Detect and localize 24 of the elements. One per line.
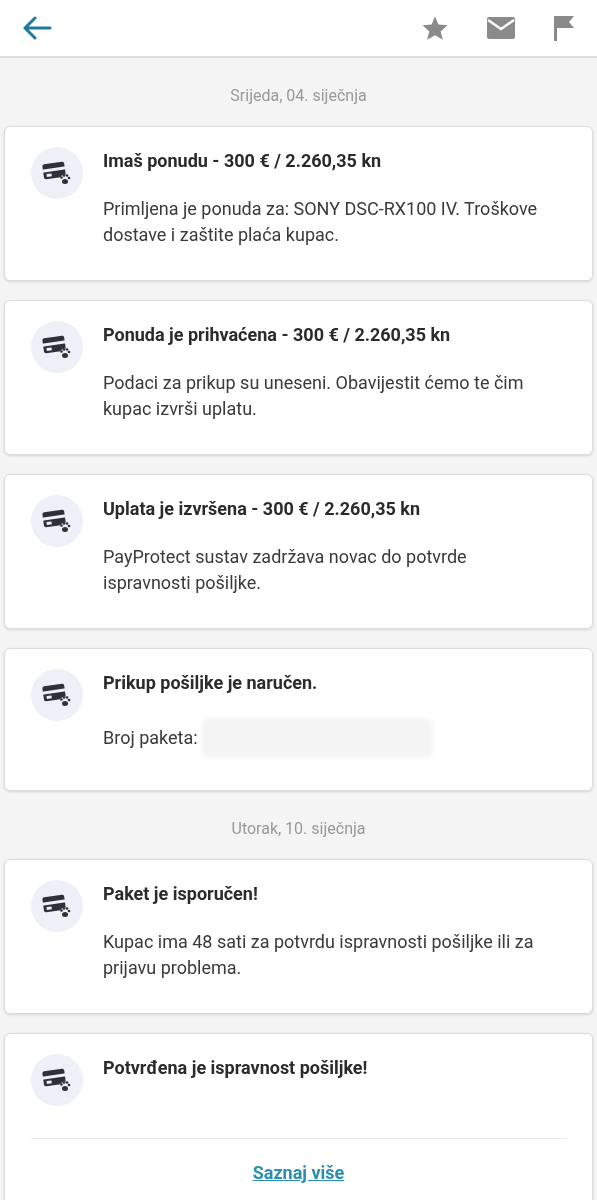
payment-icon bbox=[31, 321, 83, 373]
mail-icon[interactable] bbox=[487, 17, 515, 39]
date-label: Srijeda, 04. siječnja bbox=[230, 85, 367, 107]
notification-text: PayProtect sustav zadržava novac do potvrde ispravnosti pošiljke. bbox=[103, 545, 468, 595]
learn-more-link[interactable]: Saznaj više bbox=[252, 1159, 345, 1186]
notification-title: Prikup pošiljke je naručen. bbox=[103, 671, 319, 695]
back-arrow-icon[interactable] bbox=[22, 16, 52, 40]
payment-icon bbox=[31, 669, 83, 721]
notification-title: Uplata je izvršena - 300 € / 2.260,35 kn bbox=[103, 497, 422, 521]
date-label: Utorak, 10. siječnja bbox=[231, 818, 366, 840]
flag-icon[interactable] bbox=[553, 15, 575, 41]
notification-text: Podaci za prikup su uneseni. Obavijestit ćemo te čim kupac izvrši uplatu. bbox=[103, 371, 525, 421]
payment-icon bbox=[31, 1054, 83, 1106]
notification-title: Paket je isporučen! bbox=[103, 882, 259, 906]
notification-title: Ponuda je prihvaćena - 300 € / 2.260,35 kn bbox=[103, 323, 452, 347]
star-icon[interactable] bbox=[421, 15, 449, 41]
payment-icon bbox=[31, 147, 83, 199]
payment-icon bbox=[31, 495, 83, 547]
notification-title: Imaš ponudu - 300 € / 2.260,35 kn bbox=[103, 149, 383, 173]
notification-text: Kupac ima 48 sati za potvrdu ispravnosti pošiljke ili za prijavu problema. bbox=[103, 930, 535, 980]
payment-icon bbox=[31, 880, 83, 932]
notification-text: Primljena je ponuda za: SONY DSC-RX100 IV. Troškove dostave i zaštite plaća kupac. bbox=[103, 197, 539, 247]
notification-title: Potvrđena je ispravnost pošiljke! bbox=[103, 1056, 368, 1080]
notification-text: Broj paketa: bbox=[103, 726, 198, 750]
